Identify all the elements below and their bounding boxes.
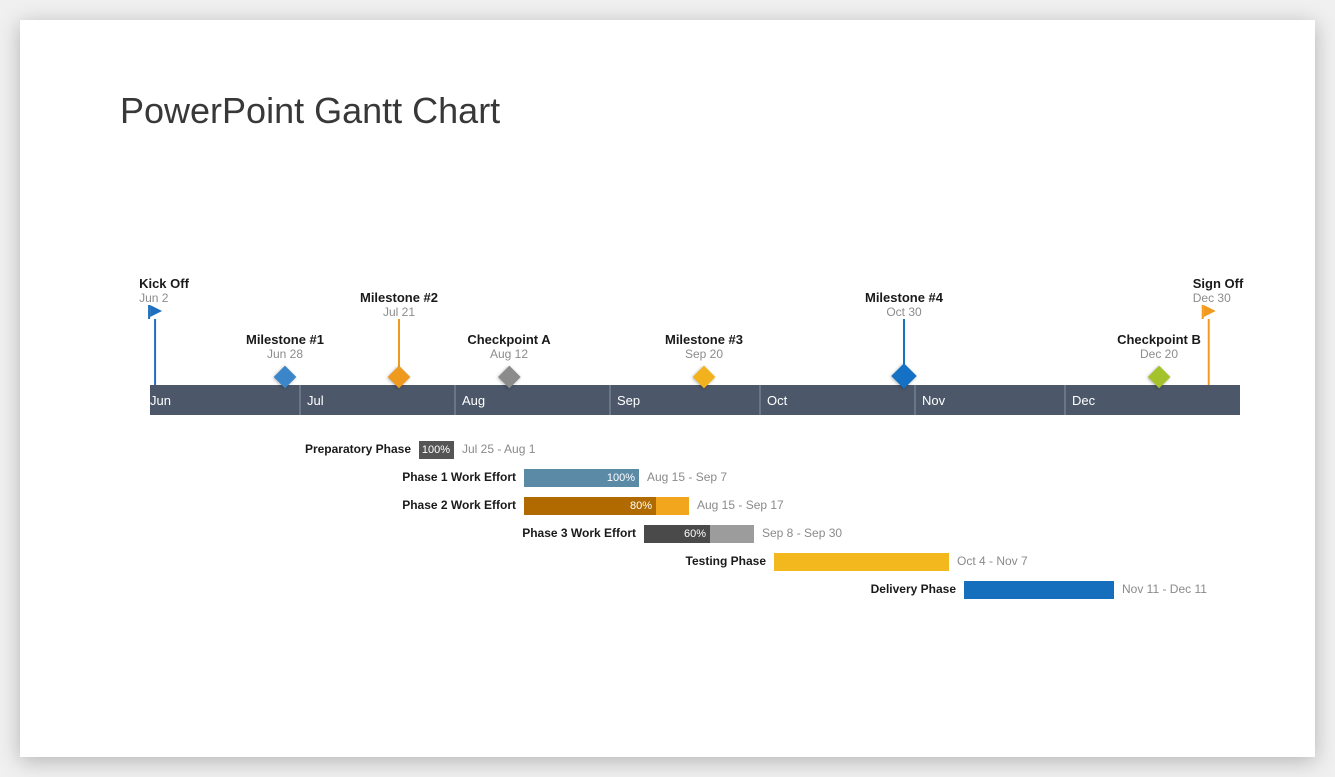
- diamond-icon: [388, 366, 411, 389]
- progress-value: 100%: [422, 444, 450, 456]
- progress-value: 80%: [630, 500, 652, 512]
- task-phase-1: Phase 1 Work Effort 100% Aug 15 - Sep 7: [524, 469, 639, 487]
- diamond-icon: [498, 366, 521, 389]
- task-testing: Testing Phase Oct 4 - Nov 7: [774, 553, 949, 571]
- month-dec: Dec: [1064, 385, 1095, 415]
- milestone-sign-off: Sign Off Dec 30: [1175, 276, 1244, 385]
- month-aug: Aug: [454, 385, 485, 415]
- diamond-icon: [891, 363, 916, 388]
- milestone-3: Milestone #3 Sep 20: [665, 332, 743, 385]
- gantt-chart: Jun Jul Aug Sep Oct Nov Dec Kick Off Jun…: [150, 385, 1240, 415]
- milestone-2: Milestone #2 Jul 21: [360, 290, 438, 385]
- task-preparatory: Preparatory Phase 100% Jul 25 - Aug 1: [419, 441, 454, 459]
- checkpoint-a: Checkpoint A Aug 12: [467, 332, 550, 385]
- month-nov: Nov: [914, 385, 945, 415]
- diamond-icon: [693, 366, 716, 389]
- month-oct: Oct: [759, 385, 787, 415]
- slide-canvas: PowerPoint Gantt Chart Jun Jul Aug Sep O…: [20, 20, 1315, 757]
- task-phase-3: Phase 3 Work Effort 60% Sep 8 - Sep 30: [644, 525, 754, 543]
- milestone-kick-off: Kick Off Jun 2: [121, 276, 189, 385]
- task-phase-2: Phase 2 Work Effort 80% Aug 15 - Sep 17: [524, 497, 689, 515]
- diamond-icon: [1148, 366, 1171, 389]
- milestone-4: Milestone #4 Oct 30: [865, 290, 943, 385]
- month-sep: Sep: [609, 385, 640, 415]
- month-jul: Jul: [299, 385, 324, 415]
- task-delivery: Delivery Phase Nov 11 - Dec 11: [964, 581, 1114, 599]
- progress-value: 100%: [607, 472, 635, 484]
- flag-icon: [121, 305, 189, 385]
- flag-icon: [1175, 305, 1244, 385]
- page-title: PowerPoint Gantt Chart: [120, 90, 500, 132]
- milestone-1: Milestone #1 Jun 28: [246, 332, 324, 385]
- month-jun: Jun: [150, 385, 171, 415]
- progress-value: 60%: [684, 528, 706, 540]
- diamond-icon: [274, 366, 297, 389]
